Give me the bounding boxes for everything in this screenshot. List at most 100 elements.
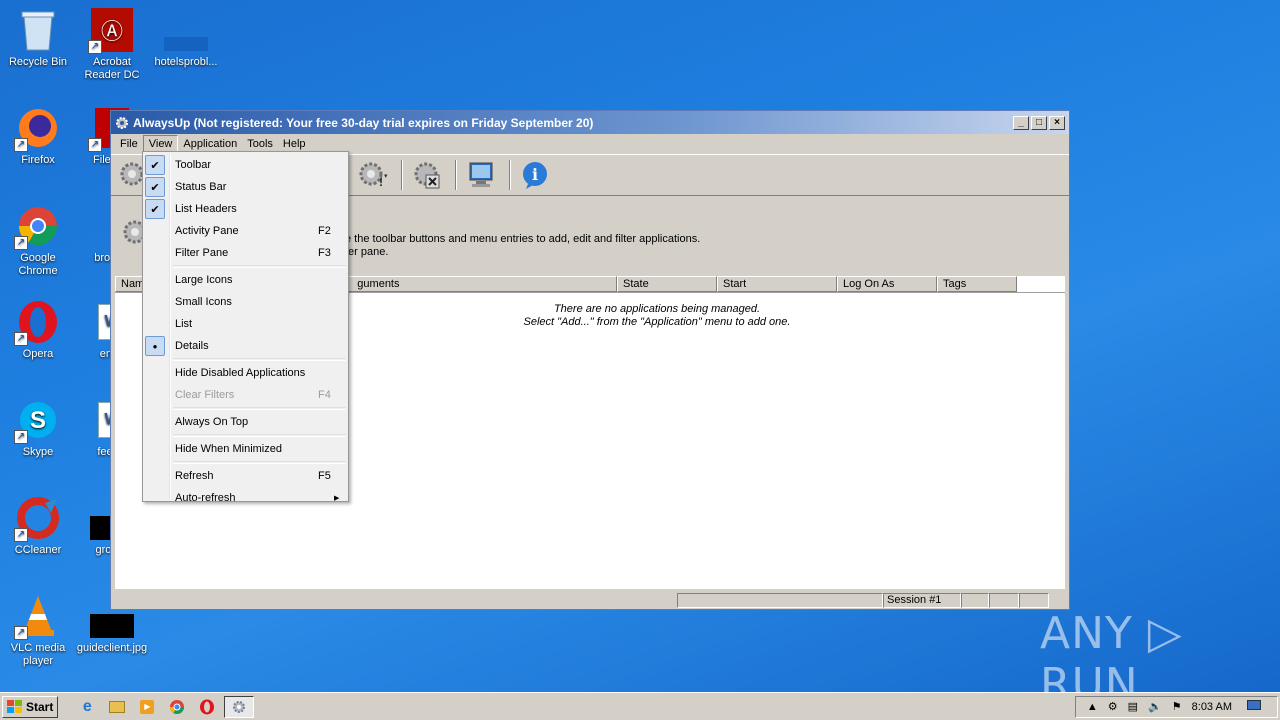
menu-item-list[interactable]: List <box>143 313 348 335</box>
ccleaner-icon: ↗ <box>14 496 60 542</box>
menu-item-shortcut: F5 <box>318 470 331 482</box>
network-settings-icon[interactable]: ⚙ <box>1108 700 1118 713</box>
activity-text-line2: ter pane. <box>345 246 389 258</box>
remove-application-button[interactable] <box>409 157 445 193</box>
menu-item-hide-when-minimized[interactable]: Hide When Minimized <box>143 438 348 460</box>
menu-item-label: Status Bar <box>175 181 227 193</box>
desktop-icon-firefox[interactable]: ↗ Firefox <box>0 106 76 167</box>
column-header-state[interactable]: State <box>617 276 717 292</box>
menu-item-activity-pane[interactable]: Activity Pane F2 <box>143 220 348 242</box>
menu-item-label: Small Icons <box>175 296 232 308</box>
menu-item-details[interactable]: ● Details <box>143 335 348 357</box>
menu-check-slot <box>145 385 165 405</box>
menu-item-label: Details <box>175 340 209 352</box>
skype-icon: S ↗ <box>14 398 60 444</box>
desktop-icon-ccleaner[interactable]: ↗ CCleaner <box>0 496 76 557</box>
title-bar[interactable]: AlwaysUp (Not registered: Your free 30-d… <box>111 111 1069 134</box>
menu-check-slot <box>145 466 165 486</box>
shortcut-arrow-icon: ↗ <box>14 528 28 542</box>
minimize-button[interactable]: _ <box>1013 115 1029 130</box>
monitor-icon <box>469 162 493 187</box>
menu-check-slot <box>145 488 165 508</box>
gear-warning-icon: ! ▾ <box>359 162 388 189</box>
toolbar-separator <box>455 160 457 190</box>
media-player-icon[interactable]: ▶ <box>136 696 158 718</box>
acrobat-icon: Ⓐ ↗ <box>88 8 134 54</box>
network-icon[interactable]: ▤ <box>1128 700 1138 713</box>
start-button[interactable]: Start <box>2 695 59 718</box>
menu-separator <box>173 461 346 464</box>
menu-check-slot <box>145 412 165 432</box>
menu-item-label: Hide When Minimized <box>175 443 282 455</box>
column-header-label: Nam <box>121 278 145 290</box>
clock[interactable]: 8:03 AM <box>1192 701 1232 713</box>
monitor-button[interactable] <box>463 157 499 193</box>
menu-item-status-bar[interactable]: ✔ Status Bar <box>143 176 348 198</box>
menu-help[interactable]: Help <box>278 136 311 152</box>
desktop-icon-label: Skype <box>22 446 54 458</box>
menu-item-list-headers[interactable]: ✔ List Headers <box>143 198 348 220</box>
alwaysup-taskbar-button[interactable] <box>224 695 255 718</box>
shortcut-arrow-icon: ↗ <box>14 626 28 640</box>
chrome-taskbar-icon[interactable] <box>166 696 188 718</box>
chrome-icon: ↗ <box>14 204 60 250</box>
menu-item-toolbar[interactable]: ✔ Toolbar <box>143 154 348 176</box>
view-menu-dropdown: ✔ Toolbar ✔ Status Bar ✔ List Headers Ac… <box>142 151 349 504</box>
column-header-tags[interactable]: Tags <box>937 276 1017 292</box>
menu-separator <box>173 434 346 437</box>
menu-item-label: Clear Filters <box>175 389 235 401</box>
menu-item-small-icons[interactable]: Small Icons <box>143 291 348 313</box>
menu-check-slot <box>145 363 165 383</box>
menu-item-label: Auto-refresh <box>175 492 236 504</box>
menu-item-hide-disabled-applications[interactable]: Hide Disabled Applications <box>143 362 348 384</box>
menu-check-slot <box>145 221 165 241</box>
info-button[interactable]: i <box>517 157 553 193</box>
gear-warning-button[interactable]: ! ▾ <box>355 157 391 193</box>
menu-item-label: List Headers <box>175 203 237 215</box>
desktop-icon-chrome[interactable]: ↗ Google Chrome <box>0 204 76 278</box>
vlc-icon: ↗ <box>14 594 60 640</box>
desktop-icon-acrobat[interactable]: Ⓐ ↗ Acrobat Reader DC <box>74 8 150 82</box>
menu-item-always-on-top[interactable]: Always On Top <box>143 411 348 433</box>
column-header-start[interactable]: Start <box>717 276 837 292</box>
desktop-icon-label: Opera <box>22 348 54 360</box>
menu-separator <box>173 358 346 361</box>
radio-bullet-icon: ● <box>145 336 165 356</box>
internet-explorer-icon[interactable]: e <box>76 696 98 718</box>
menu-tools[interactable]: Tools <box>242 136 278 152</box>
desktop-icon-skype[interactable]: S ↗ Skype <box>0 398 76 459</box>
menu-application[interactable]: Application <box>178 136 242 152</box>
maximize-button[interactable]: □ <box>1031 115 1047 130</box>
opera-taskbar-icon[interactable] <box>196 696 218 718</box>
show-desktop-icon[interactable] <box>1242 700 1266 713</box>
svg-text:S: S <box>30 407 46 434</box>
menu-item-refresh[interactable]: Refresh F5 <box>143 465 348 487</box>
menu-item-filter-pane[interactable]: Filter Pane F3 <box>143 242 348 264</box>
volume-icon[interactable]: 🔈 <box>1148 700 1162 713</box>
desktop-icon-vlc[interactable]: ↗ VLC media player <box>0 594 76 668</box>
desktop-icon-label: guideclient.jpg <box>76 642 148 654</box>
menu-separator <box>173 407 346 410</box>
checkmark-icon: ✔ <box>145 199 165 219</box>
close-button[interactable]: × <box>1049 115 1065 130</box>
menu-file[interactable]: File <box>115 136 143 152</box>
menu-item-auto-refresh[interactable]: Auto-refresh ▶ <box>143 487 348 509</box>
show-hidden-icons-icon[interactable]: ▲ <box>1087 701 1098 713</box>
menu-check-slot <box>145 292 165 312</box>
menu-separator <box>173 265 346 268</box>
desktop-icon-opera[interactable]: ↗ Opera <box>0 300 76 361</box>
column-header-log-on-as[interactable]: Log On As <box>837 276 937 292</box>
action-center-flag-icon[interactable]: ⚑ <box>1172 700 1182 713</box>
menu-item-large-icons[interactable]: Large Icons <box>143 269 348 291</box>
desktop-icon-recycle-bin[interactable]: Recycle Bin <box>0 8 76 69</box>
desktop-icon-hotels[interactable]: hotelsprobl... <box>148 8 224 69</box>
menu-item-label: Always On Top <box>175 416 249 428</box>
menu-check-slot <box>145 243 165 263</box>
checkmark-icon: ✔ <box>145 177 165 197</box>
shortcut-arrow-icon: ↗ <box>88 40 102 54</box>
status-cell <box>989 592 1019 608</box>
desktop-icon-label: Acrobat Reader DC <box>84 56 140 81</box>
window-title: AlwaysUp (Not registered: Your free 30-d… <box>133 115 594 130</box>
submenu-arrow-icon: ▶ <box>334 495 340 502</box>
explorer-folder-icon[interactable] <box>106 696 128 718</box>
